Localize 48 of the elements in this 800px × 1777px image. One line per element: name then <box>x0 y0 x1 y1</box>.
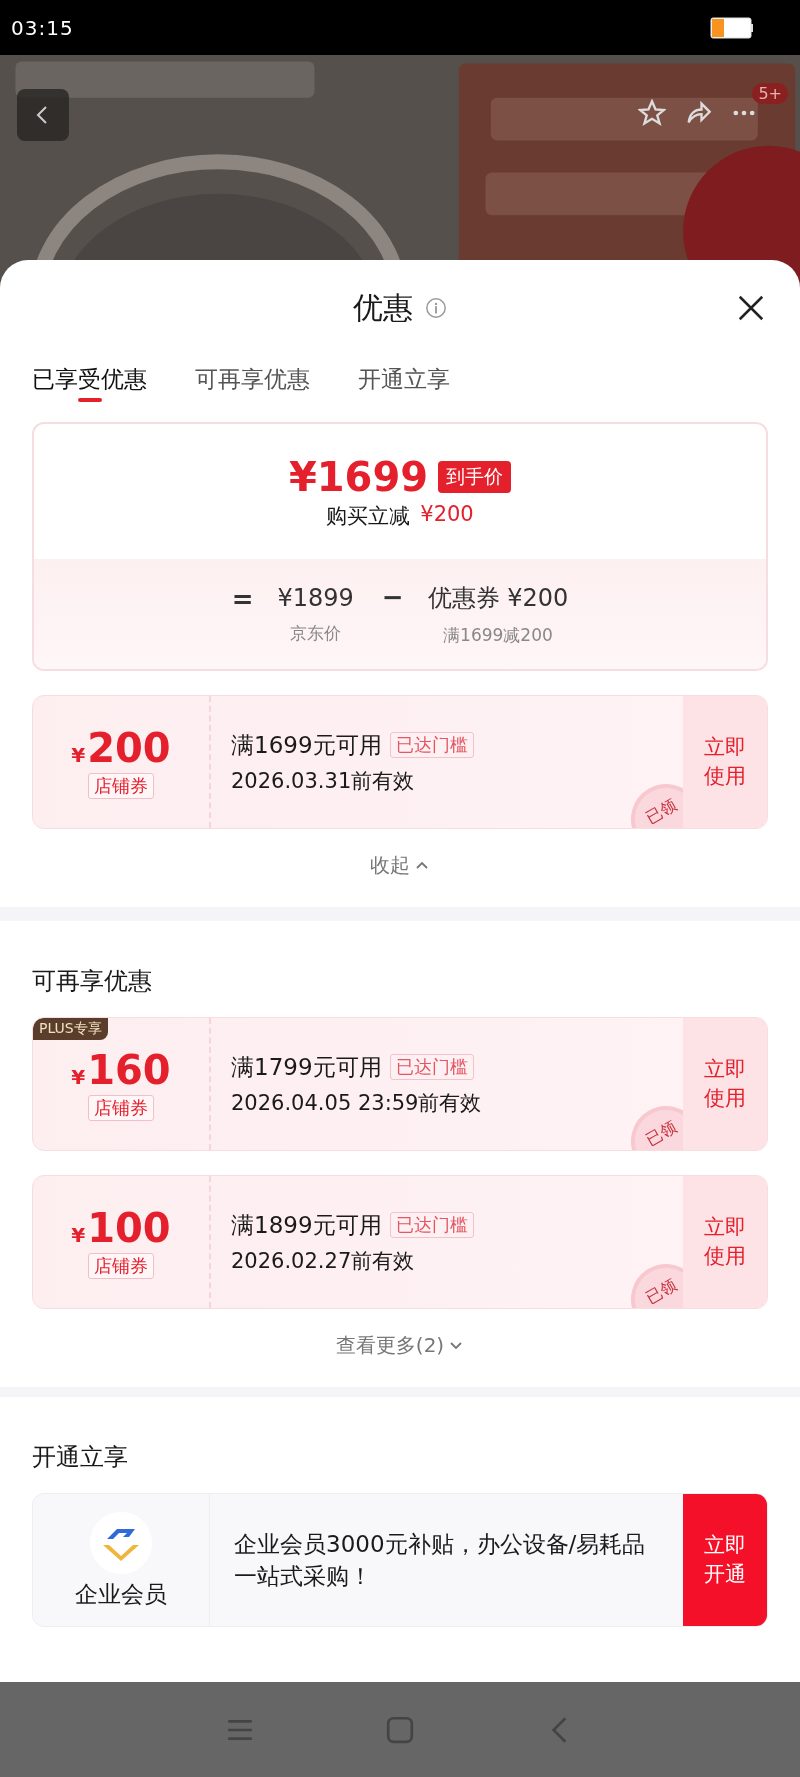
battery-icon <box>710 16 754 39</box>
coupon-type: 店铺券 <box>88 773 154 799</box>
term-label: 京东价 <box>290 621 342 645</box>
membership-name: 企业会员 <box>75 1579 167 1609</box>
coupon-validity: 2026.04.05 23:59前有效 <box>231 1089 483 1117</box>
info-icon[interactable] <box>425 297 447 319</box>
final-price: ¥1699 <box>288 453 429 500</box>
coupon-condition: 满1899元可用 <box>231 1210 382 1240</box>
section-title: 可再享优惠 <box>32 966 153 997</box>
star-icon[interactable] <box>638 99 666 127</box>
coupon-amount: ¥100 <box>71 1205 171 1251</box>
plus-badge: PLUS专享 <box>33 1018 108 1040</box>
membership-text: 企业会员3000元补贴，办公设备/易耗品一站式采购！ <box>233 1529 647 1591</box>
tab[interactable]: 开通立享 <box>358 356 450 402</box>
membership-logo-icon <box>89 1510 153 1575</box>
coupon-validity: 2026.02.27前有效 <box>231 1247 416 1275</box>
sheet-title: 优惠 <box>353 288 413 327</box>
operator-sign: − <box>381 581 404 612</box>
coupon-validity: 2026.03.31前有效 <box>231 767 416 795</box>
price-tag: 到手价 <box>438 460 512 493</box>
open-button[interactable]: 立即开通 <box>683 1494 767 1626</box>
status-time: 03:15 <box>11 15 74 40</box>
back-button[interactable] <box>17 89 69 141</box>
threshold-tag: 已达门槛 <box>389 732 474 758</box>
term-value: ¥1899 <box>277 583 354 612</box>
coupon-type: 店铺券 <box>88 1095 154 1121</box>
term-label: 满1699减200 <box>443 623 553 647</box>
use-button[interactable]: 立即使用 <box>683 1176 767 1308</box>
saving-amount: ¥200 <box>420 501 474 528</box>
saving-label: 购买立减 <box>326 502 411 530</box>
coupon-type: 店铺券 <box>88 1253 154 1279</box>
threshold-tag: 已达门槛 <box>389 1212 474 1238</box>
home-icon[interactable] <box>385 1714 415 1745</box>
coupon-amount: ¥200 <box>71 725 171 771</box>
see-more-link[interactable]: 查看更多(2) <box>335 1331 465 1359</box>
section-title: 开通立享 <box>32 1442 129 1473</box>
threshold-tag: 已达门槛 <box>389 1054 474 1080</box>
collapse-link[interactable]: 收起 <box>370 851 430 879</box>
use-button[interactable]: 立即使用 <box>683 1018 767 1150</box>
use-button[interactable]: 立即使用 <box>683 696 767 828</box>
coupon-condition: 满1799元可用 <box>231 1052 382 1082</box>
tab[interactable]: 已享受优惠 <box>32 356 147 402</box>
coupon-amount: ¥160 <box>71 1047 171 1093</box>
tab[interactable]: 可再享优惠 <box>195 356 310 402</box>
operator-sign: = <box>231 583 254 614</box>
close-icon[interactable] <box>736 293 766 323</box>
term-value: 优惠券 ¥200 <box>427 582 569 614</box>
coupon-condition: 满1699元可用 <box>231 730 382 760</box>
